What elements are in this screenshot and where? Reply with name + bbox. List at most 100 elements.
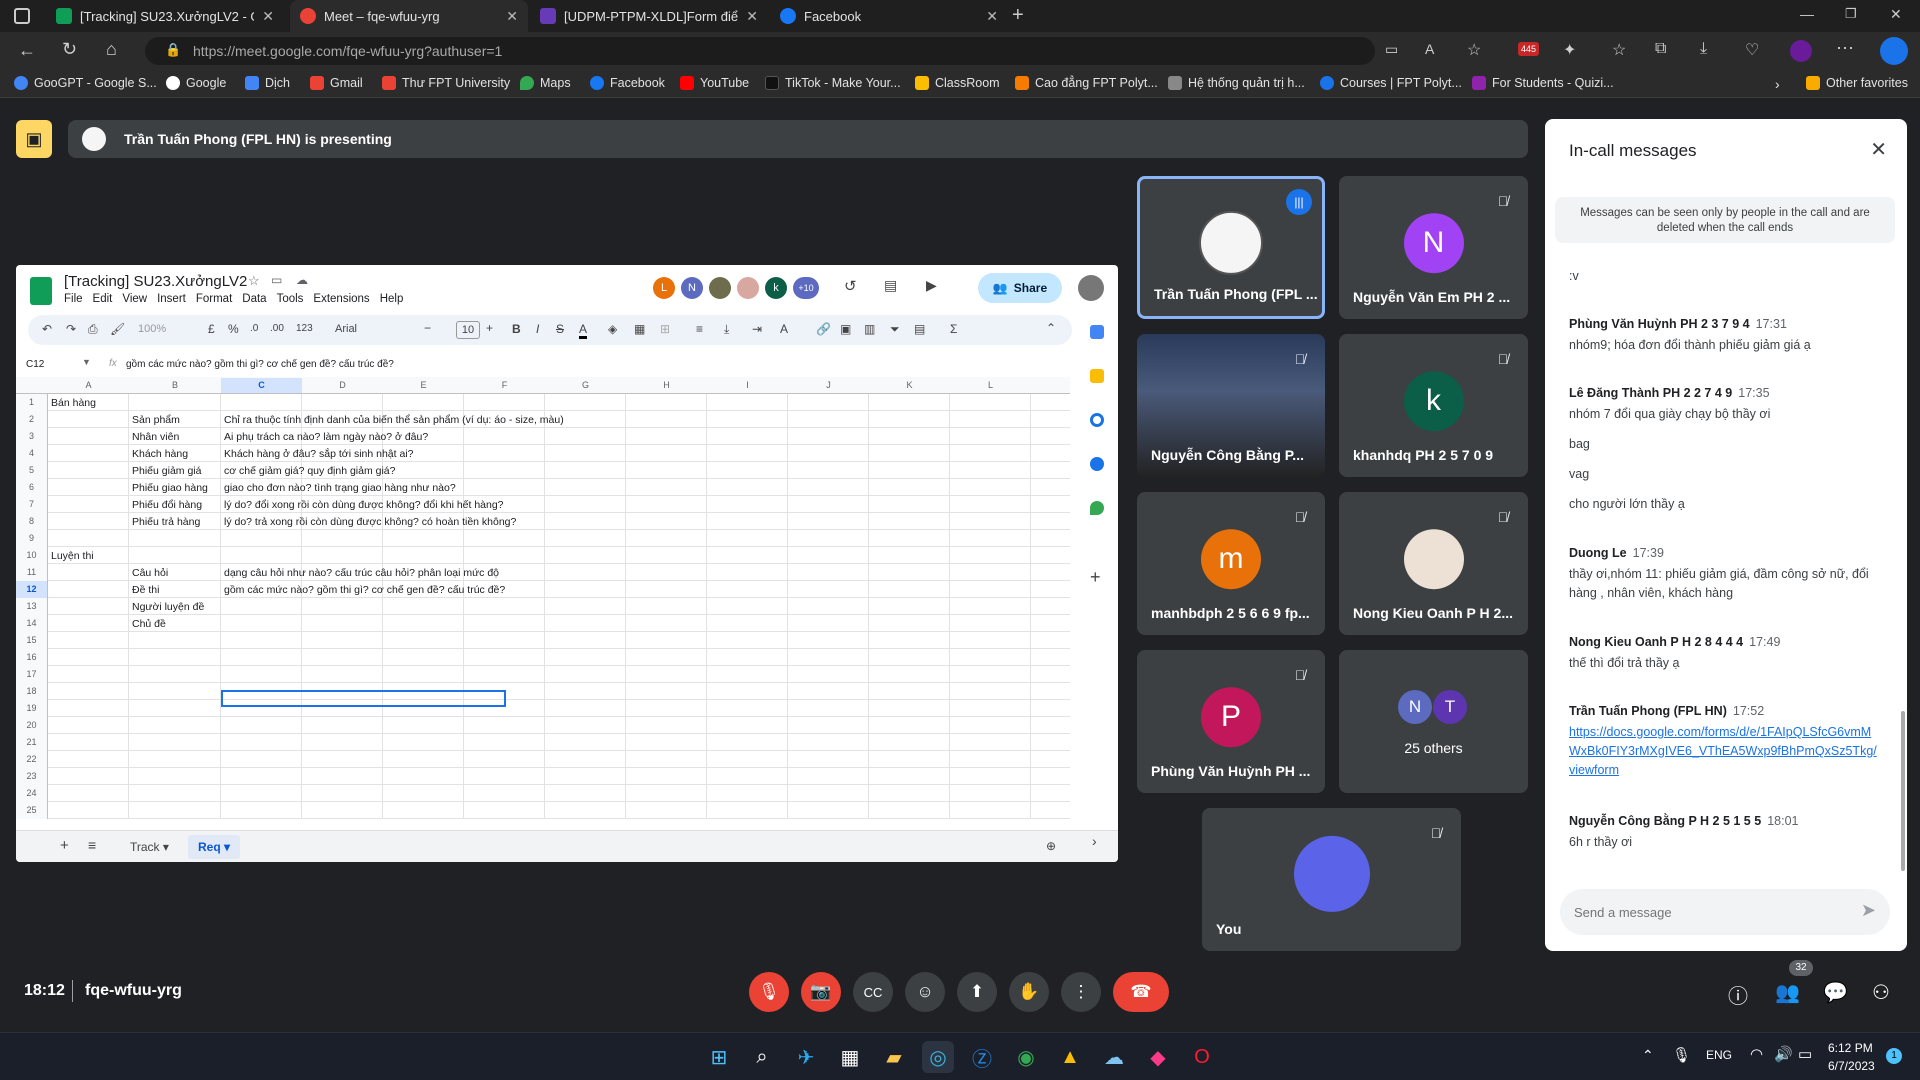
column-divider: [1030, 394, 1031, 411]
bookmark-item[interactable]: GooGPT - Google S...: [14, 76, 157, 90]
microphone-tray-icon[interactable]: 🎙: [1672, 1046, 1691, 1064]
cloud-app-icon[interactable]: ☁: [1098, 1041, 1130, 1073]
column-divider: [868, 734, 869, 751]
close-tab-icon[interactable]: ✕: [746, 8, 758, 25]
other-favorites[interactable]: Other favorites: [1806, 76, 1908, 90]
battery-icon[interactable]: ▭: [1798, 1045, 1812, 1063]
close-window-icon[interactable]: ✕: [1890, 6, 1902, 23]
activities-icon[interactable]: ⚇: [1872, 980, 1890, 1005]
favorites-icon[interactable]: ☆: [1612, 40, 1626, 60]
bookmark-item[interactable]: YouTube: [680, 76, 749, 90]
url-field[interactable]: 🔒 https://meet.google.com/fqe-wfuu-yrg?a…: [145, 37, 1375, 65]
bookmarks-overflow-icon[interactable]: ›: [1775, 76, 1780, 92]
bookmark-item[interactable]: TikTok - Make Your...: [765, 76, 901, 90]
browser-tab-forms[interactable]: [UDPM-PTPM-XLDL]Form điểm d ✕: [530, 0, 768, 32]
downloads-icon[interactable]: ⤓: [1700, 40, 1707, 58]
back-icon[interactable]: ←: [18, 40, 36, 61]
participant-tile[interactable]: 🎙̸ P Phùng Văn Huỳnh PH ...: [1137, 650, 1325, 793]
collections-icon[interactable]: ⧉: [1655, 40, 1666, 58]
favorite-star-icon[interactable]: ☆: [1467, 40, 1481, 60]
bookmark-item[interactable]: Facebook: [590, 76, 665, 90]
participant-tile[interactable]: 🎙̸ m manhbdph 2 5 6 6 9 fp...: [1137, 492, 1325, 635]
zalo-icon[interactable]: Ⓩ: [966, 1041, 998, 1073]
participant-name: Nguyễn Văn Em PH 2 ...: [1353, 289, 1511, 305]
extensions-icon[interactable]: ✦: [1563, 40, 1576, 60]
volume-icon[interactable]: 🔊: [1774, 1045, 1793, 1063]
browser-tab-sheets[interactable]: [Tracking] SU23.XưởngLV2 - Goo ✕: [46, 0, 284, 32]
home-icon[interactable]: ⌂: [106, 39, 117, 60]
store-icon[interactable]: ▦: [834, 1041, 866, 1073]
restore-icon[interactable]: ❐: [1845, 6, 1857, 22]
close-tab-icon[interactable]: ✕: [506, 8, 518, 25]
tab-actions-icon[interactable]: [14, 8, 30, 24]
telegram-icon[interactable]: ✈: [790, 1041, 822, 1073]
bookmark-item[interactable]: Cao đẳng FPT Polyt...: [1015, 76, 1158, 90]
app-icon[interactable]: ▲: [1054, 1041, 1086, 1073]
bookmark-item[interactable]: Google: [166, 76, 226, 90]
more-options-button[interactable]: ⋮: [1061, 972, 1101, 1012]
participant-tile[interactable]: 🎙̸ Nong Kieu Oanh P H 2...: [1339, 492, 1528, 635]
reactions-button[interactable]: ☺: [905, 972, 945, 1012]
jetbrains-icon[interactable]: ◆: [1142, 1041, 1174, 1073]
bookmark-item[interactable]: Thư FPT University: [382, 76, 510, 90]
column-divider: [382, 734, 383, 751]
message-input[interactable]: [1574, 901, 1834, 923]
clock-date[interactable]: 6/7/2023: [1828, 1059, 1875, 1073]
others-tile[interactable]: N T 25 others: [1339, 650, 1528, 793]
camera-toggle-button[interactable]: 📷: [801, 972, 841, 1012]
more-menu-icon[interactable]: ⋯: [1836, 38, 1854, 59]
raise-hand-button[interactable]: ✋: [1009, 972, 1049, 1012]
opera-icon[interactable]: O: [1186, 1041, 1218, 1073]
browser-tab-facebook[interactable]: Facebook ✕: [770, 0, 1008, 32]
message-link[interactable]: https://docs.google.com/forms/d/e/1FAIpQ…: [1569, 723, 1879, 780]
extension-badge[interactable]: 445: [1518, 42, 1540, 56]
profile-avatar[interactable]: [1790, 40, 1812, 62]
people-icon[interactable]: 👥: [1775, 980, 1800, 1005]
meeting-details-icon[interactable]: ⓘ: [1728, 980, 1748, 1009]
participant-tile[interactable]: ||| Trần Tuấn Phong (FPL ...: [1137, 176, 1325, 319]
participant-tile[interactable]: 🎙̸ Nguyễn Công Bằng P...: [1137, 334, 1325, 477]
bookmark-item[interactable]: Hệ thống quản trị h...: [1168, 76, 1305, 90]
tray-overflow-icon[interactable]: ⌃: [1642, 1047, 1654, 1064]
start-windows-icon[interactable]: ⊞: [703, 1041, 735, 1073]
leave-call-button[interactable]: ☎: [1113, 972, 1169, 1012]
minimize-icon[interactable]: —: [1800, 6, 1814, 22]
chat-icon[interactable]: 💬: [1823, 980, 1848, 1005]
browser-tab-meet[interactable]: Meet – fqe-wfuu-yrg ✕: [290, 0, 528, 32]
notification-badge[interactable]: 1: [1886, 1048, 1902, 1064]
language-indicator[interactable]: ENG: [1706, 1048, 1732, 1062]
file-explorer-icon[interactable]: ▰: [878, 1041, 910, 1073]
camera-blocked-icon[interactable]: ▭: [1385, 41, 1398, 58]
bookmark-item[interactable]: Maps: [520, 76, 571, 90]
bookmark-item[interactable]: Dịch: [245, 76, 290, 90]
participant-tile[interactable]: 🎙̸ N Nguyễn Văn Em PH 2 ...: [1339, 176, 1528, 319]
self-tile[interactable]: 🎙̸ You: [1202, 808, 1461, 951]
participant-tile[interactable]: 🎙̸ k khanhdq PH 2 5 7 0 9: [1339, 334, 1528, 477]
new-tab-icon[interactable]: +: [1012, 4, 1024, 27]
column-divider: [544, 394, 545, 411]
bookmark-item[interactable]: Gmail: [310, 76, 363, 90]
close-tab-icon[interactable]: ✕: [986, 8, 998, 25]
messages-scrollbar[interactable]: [1901, 711, 1905, 871]
close-tab-icon[interactable]: ✕: [262, 8, 274, 25]
send-icon[interactable]: ➤: [1861, 900, 1876, 921]
wifi-icon[interactable]: ◠: [1750, 1045, 1763, 1063]
refresh-icon[interactable]: ↻: [62, 39, 77, 60]
captions-button[interactable]: CC: [853, 972, 893, 1012]
bookmark-item[interactable]: Courses | FPT Polyt...: [1320, 76, 1462, 90]
folder-icon: [1806, 76, 1820, 90]
chrome-icon[interactable]: ◉: [1010, 1041, 1042, 1073]
present-button[interactable]: ⬆: [957, 972, 997, 1012]
close-panel-icon[interactable]: ✕: [1870, 137, 1887, 162]
search-icon[interactable]: ⌕: [746, 1041, 778, 1073]
read-aloud-icon[interactable]: A: [1425, 41, 1434, 57]
bookmark-item[interactable]: For Students - Quizi...: [1472, 76, 1614, 90]
performance-icon[interactable]: ♡: [1745, 40, 1759, 60]
bookmark-item[interactable]: ClassRoom: [915, 76, 1000, 90]
mic-toggle-button[interactable]: 🎙: [749, 972, 789, 1012]
edge-icon[interactable]: ◎: [922, 1041, 954, 1073]
bing-copilot-icon[interactable]: [1880, 37, 1908, 65]
clock-time[interactable]: 6:12 PM: [1828, 1041, 1873, 1055]
stop-presenting-icon[interactable]: ▣: [16, 120, 52, 158]
column-divider: [868, 785, 869, 802]
